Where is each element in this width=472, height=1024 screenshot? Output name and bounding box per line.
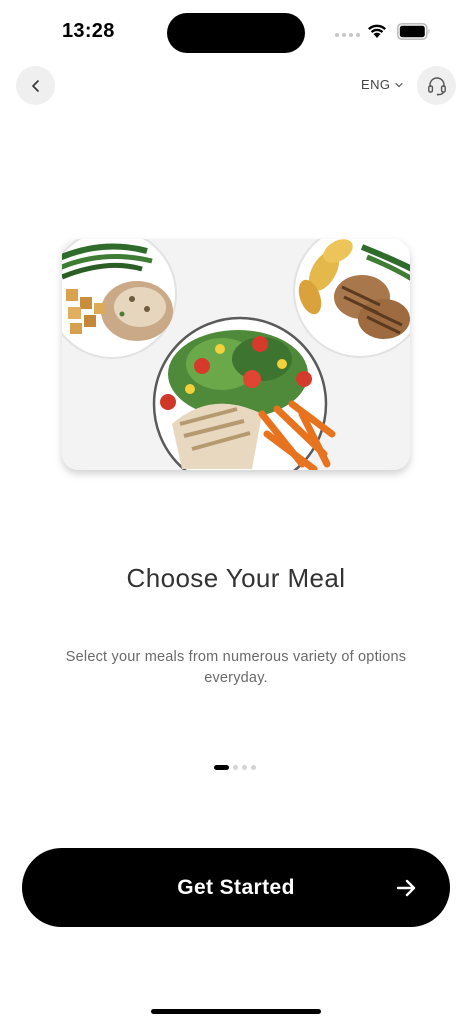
headset-icon bbox=[427, 76, 446, 96]
language-selector[interactable]: ENG bbox=[361, 77, 403, 92]
get-started-button[interactable]: Get Started bbox=[22, 848, 450, 927]
back-button[interactable] bbox=[16, 66, 55, 105]
get-started-label: Get Started bbox=[177, 875, 295, 899]
status-time: 13:28 bbox=[62, 20, 115, 42]
dynamic-island bbox=[167, 13, 305, 53]
battery-icon bbox=[397, 23, 430, 40]
arrow-right-icon bbox=[396, 879, 416, 897]
pagination-dot-active[interactable] bbox=[214, 765, 229, 770]
chevron-down-icon bbox=[395, 82, 403, 87]
hero-meal-image bbox=[62, 239, 410, 470]
status-bar: 13:28 bbox=[0, 0, 472, 62]
pagination-dot[interactable] bbox=[242, 765, 247, 770]
onboarding-title: Choose Your Meal bbox=[126, 563, 346, 593]
pagination-dot[interactable] bbox=[251, 765, 256, 770]
language-label: ENG bbox=[361, 77, 391, 92]
chevron-left-icon bbox=[31, 79, 39, 92]
wifi-icon bbox=[368, 24, 386, 38]
pagination-dot[interactable] bbox=[233, 765, 238, 770]
support-button[interactable] bbox=[417, 66, 456, 105]
onboarding-subtitle: Select your meals from numerous variety … bbox=[65, 649, 407, 686]
pagination-dots bbox=[214, 765, 256, 770]
cellular-signal-icon bbox=[335, 33, 360, 37]
home-indicator[interactable] bbox=[151, 1009, 321, 1014]
